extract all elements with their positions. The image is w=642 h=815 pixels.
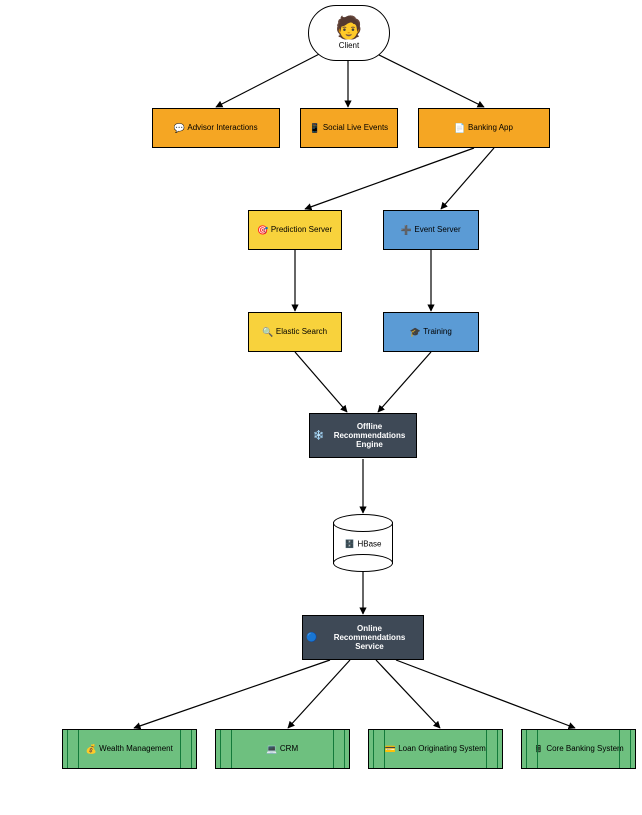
- client-label: Client: [339, 41, 359, 50]
- node-core-banking: 🖩 Core Banking System: [521, 729, 636, 769]
- node-label: Advisor Interactions: [187, 123, 257, 132]
- target-icon: 🎯: [258, 225, 268, 235]
- node-offline-engine: ❄️ Offline Recommendations Engine: [309, 413, 417, 458]
- credit-card-icon: 💳: [385, 744, 395, 754]
- node-label: Prediction Server: [271, 225, 332, 234]
- node-label: HBase: [357, 539, 381, 548]
- calculator-icon: 🖩: [533, 744, 543, 754]
- node-advisor-interactions: 💬 Advisor Interactions: [152, 108, 280, 148]
- node-banking-app: 📄 Banking App: [418, 108, 550, 148]
- node-label: Loan Originating System: [398, 744, 486, 753]
- node-social-live-events: 📱 Social Live Events: [300, 108, 398, 148]
- node-label: Social Live Events: [323, 123, 388, 132]
- node-label: CRM: [280, 744, 298, 753]
- node-label: Training: [423, 327, 452, 336]
- laptop-icon: 💻: [267, 744, 277, 754]
- node-wealth-management: 💰 Wealth Management: [62, 729, 197, 769]
- node-crm: 💻 CRM: [215, 729, 350, 769]
- node-label: Core Banking System: [546, 744, 623, 753]
- node-label: Online Recommendations Service: [320, 624, 419, 652]
- person-icon: 🧑: [335, 17, 362, 39]
- search-icon: 🔍: [263, 327, 273, 337]
- node-prediction-server: 🎯 Prediction Server: [248, 210, 342, 250]
- plus-square-icon: ➕: [401, 225, 411, 235]
- node-loan-originating: 💳 Loan Originating System: [368, 729, 503, 769]
- money-bag-icon: 💰: [86, 744, 96, 754]
- node-online-service: 🔵 Online Recommendations Service: [302, 615, 424, 660]
- chat-icon: 💬: [174, 123, 184, 133]
- circle-icon: 🔵: [307, 633, 317, 643]
- node-label: Banking App: [468, 123, 513, 132]
- node-label: Event Server: [414, 225, 460, 234]
- node-label: Wealth Management: [99, 744, 173, 753]
- node-client: 🧑 Client: [308, 5, 390, 61]
- node-elastic-search: 🔍 Elastic Search: [248, 312, 342, 352]
- node-training: 🎓 Training: [383, 312, 479, 352]
- graduation-cap-icon: 🎓: [410, 327, 420, 337]
- diagram-canvas: 🧑 Client 💬 Advisor Interactions 📱 Social…: [0, 0, 642, 815]
- node-event-server: ➕ Event Server: [383, 210, 479, 250]
- document-icon: 📄: [455, 123, 465, 133]
- snowflake-icon: ❄️: [314, 431, 324, 441]
- mobile-icon: 📱: [310, 123, 320, 133]
- node-label: Elastic Search: [276, 327, 327, 336]
- database-icon: 🗄️: [345, 539, 355, 548]
- node-label: Offline Recommendations Engine: [327, 422, 412, 450]
- node-hbase: 🗄️ HBase: [333, 514, 393, 572]
